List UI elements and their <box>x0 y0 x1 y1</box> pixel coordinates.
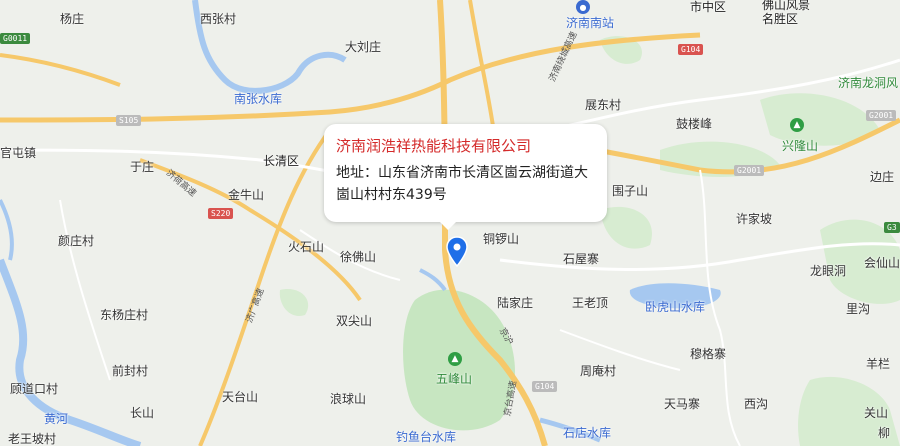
place-xufoshan: 徐佛山 <box>340 250 377 264</box>
popup-address: 地址：山东省济南市长清区崮云湖街道大崮山村村东439号 <box>336 162 595 206</box>
place-longyandong: 龙眼洞 <box>810 264 847 278</box>
place-nanzhang-reservoir: 南张水库 <box>234 92 283 106</box>
road-minor-4 <box>559 329 681 371</box>
place-longdong: 济南龙洞风 <box>838 76 899 90</box>
popup-address-prefix: 地址： <box>336 165 378 181</box>
popup-company-title: 济南润浩祥热能科技有限公司 <box>336 137 532 155</box>
place-zhouzhuang: 周庵村 <box>580 364 617 378</box>
place-langqiushan: 浪球山 <box>330 392 367 406</box>
shield-g2001-b: G2001 <box>734 165 765 176</box>
place-zhanzhuang: 展东村 <box>585 98 622 112</box>
place-gudunfeng: 鼓楼峰 <box>676 117 713 131</box>
place-xujiapo: 许家坡 <box>736 212 773 226</box>
place-huoshishan: 火石山 <box>288 240 325 254</box>
green-area-west <box>279 289 309 316</box>
place-dongyangzhuang: 东杨庄村 <box>100 308 149 322</box>
place-ligou: 里沟 <box>846 302 871 316</box>
shield-s220: S220 <box>208 208 234 219</box>
road-g0011 <box>0 53 121 87</box>
green-area-mid <box>600 206 652 249</box>
place-xizhangcun: 西张村 <box>200 12 237 26</box>
place-diaoyutai-reservoir: 钓鱼台水库 <box>396 430 457 444</box>
place-lujiazhuang: 陆家庄 <box>497 296 534 310</box>
place-xigou: 西沟 <box>744 397 769 411</box>
place-huixianshan: 会仙山 <box>864 256 900 270</box>
place-bianzhuang: 边庄 <box>870 170 895 184</box>
place-gudaokou: 顾道口村 <box>10 382 59 396</box>
place-guanshan: 关山 <box>864 406 889 420</box>
place-changqingqu: 长清区 <box>263 154 300 168</box>
shield-s105: S105 <box>116 115 142 126</box>
place-tianmazhai: 天马寨 <box>664 397 701 411</box>
place-yangshi: 羊栏 <box>866 357 891 371</box>
place-huanghe: 黄河 <box>44 412 69 426</box>
place-qiancaicun: 前封村 <box>112 364 149 378</box>
place-guoziahan: 围子山 <box>612 184 649 198</box>
shield-g104-top: G104 <box>678 44 704 55</box>
place-changshan: 长山 <box>130 406 155 420</box>
place-shizhongqu: 市中区 <box>690 0 727 14</box>
place-yanzuncun: 颜庄村 <box>58 234 95 248</box>
place-laozhuang: 老王坡村 <box>8 432 57 446</box>
road-minor-7 <box>59 199 111 381</box>
place-liu: 柳 <box>878 426 891 440</box>
place-shidian-reservoir: 石店水库 <box>563 426 612 440</box>
place-shuangjianshan: 双尖山 <box>336 314 373 328</box>
shield-g3-right: G3 <box>884 222 900 233</box>
river-west <box>0 199 14 261</box>
popup-pointer-tail <box>440 222 456 230</box>
place-yangzhuang: 杨庄 <box>60 12 85 26</box>
place-tiantaishan: 天台山 <box>222 390 259 404</box>
location-info-popup[interactable]: 济南润浩祥热能科技有限公司 地址：山东省济南市长清区崮云湖街道大崮山村村东439… <box>324 124 607 230</box>
place-tongluoshan: 铜锣山 <box>483 232 520 246</box>
place-shiwuzhai: 石屋寨 <box>563 252 600 266</box>
stream-middle <box>419 268 447 292</box>
shield-g2001-a: G2001 <box>866 110 897 121</box>
place-jinan-south-station: 济南南站 <box>566 16 615 30</box>
river-yellow <box>0 258 142 446</box>
shield-g0011: G0011 <box>0 33 31 44</box>
shield-g104-bottom: G104 <box>532 381 558 392</box>
place-yuzhuang: 于庄 <box>130 160 155 174</box>
place-guantunzhen: 官屯镇 <box>0 146 37 160</box>
place-wohushan-reservoir: 卧虎山水库 <box>645 300 706 314</box>
place-wanglaoding: 王老顶 <box>572 296 609 310</box>
place-wufengshan: 五峰山 <box>436 372 473 386</box>
map-pin-icon[interactable] <box>446 236 468 268</box>
scenic-spot-icon-xinglongshan[interactable]: ▲ <box>790 118 804 132</box>
place-jinniushan: 金牛山 <box>228 188 265 202</box>
road-minor-6 <box>699 169 741 446</box>
place-fohuishan: 佛山风景名胜区 <box>762 0 811 26</box>
place-dalizhuang: 大刘庄 <box>345 40 382 54</box>
road-jiguang <box>198 128 332 446</box>
train-station-icon[interactable]: ● <box>576 0 590 14</box>
place-xinglongshan: 兴隆山 <box>782 139 819 153</box>
place-mugezhai: 穆格寨 <box>690 347 727 361</box>
scenic-spot-icon-wufengshan[interactable]: ▲ <box>448 352 462 366</box>
map-canvas[interactable]: 杨庄 西张村 大刘庄 济南南站 市中区 佛山风景名胜区 南张水库 展东村 鼓楼峰… <box>0 0 900 446</box>
